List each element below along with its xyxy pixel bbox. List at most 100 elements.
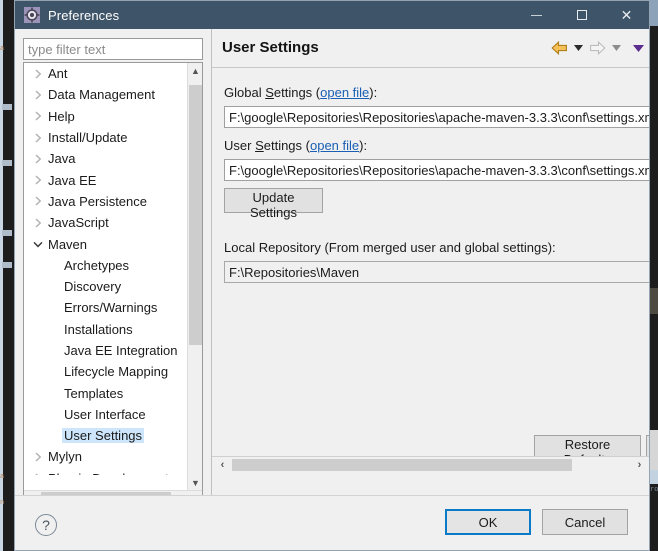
tree-scroll-thumb[interactable]	[189, 85, 202, 345]
sidebar-item-label: Mylyn	[48, 449, 82, 465]
sidebar-item-label: User Settings	[62, 428, 145, 444]
window-controls: ✕	[514, 1, 649, 29]
minimize-button[interactable]	[514, 1, 559, 29]
label-text: ):	[359, 138, 368, 153]
back-dropdown-button[interactable]	[571, 38, 585, 58]
sidebar-item-java-persistence[interactable]: Java Persistence	[24, 191, 188, 212]
forward-button[interactable]	[587, 38, 607, 58]
sidebar-item-label: Help	[48, 108, 75, 124]
dialog-footer: ? OK Cancel	[15, 495, 649, 550]
backdrop-fragment: a	[0, 45, 5, 53]
sidebar-item-label: Maven	[48, 236, 88, 252]
sidebar-item-label: Discovery	[64, 279, 122, 295]
sidebar-item-lifecycle-mapping[interactable]: Lifecycle Mapping	[24, 361, 188, 382]
panel-nav-tools	[547, 38, 645, 58]
close-button[interactable]: ✕	[604, 1, 649, 29]
sidebar-item-plug-in-development[interactable]: Plug-in Development	[24, 468, 188, 475]
sidebar-item-label: User Interface	[64, 406, 146, 422]
chevron-right-icon[interactable]	[30, 90, 46, 100]
label-text: ):	[369, 85, 378, 100]
sidebar-item-label: Plug-in Development	[46, 471, 171, 475]
dialog-body: Ant Data Management Help Install/Update Java…	[15, 29, 649, 506]
sidebar-item-java-ee-integration[interactable]: Java EE Integration	[24, 340, 188, 361]
ok-button[interactable]: OK	[445, 509, 531, 535]
update-settings-button[interactable]: Update Settings	[224, 188, 323, 220]
chevron-right-icon[interactable]	[30, 111, 46, 121]
dialog-titlebar[interactable]: Preferences ✕	[15, 1, 649, 29]
maximize-icon	[576, 10, 587, 20]
chevron-right-icon[interactable]	[30, 452, 46, 462]
chevron-down-icon	[573, 45, 583, 51]
local-repository-input[interactable]	[224, 261, 649, 283]
global-settings-input[interactable]	[224, 106, 649, 128]
sidebar-item-discovery[interactable]: Discovery	[24, 276, 188, 297]
panel-hscroll-thumb[interactable]	[232, 459, 572, 471]
panel-menu-button[interactable]	[631, 38, 645, 58]
scroll-up-icon[interactable]: ▲	[188, 63, 202, 79]
sidebar-item-mylyn[interactable]: Mylyn	[24, 446, 188, 467]
cancel-button[interactable]: Cancel	[542, 509, 628, 535]
back-button[interactable]	[549, 38, 569, 58]
sidebar-item-installations[interactable]: Installations	[24, 319, 188, 340]
maximize-button[interactable]	[559, 1, 604, 29]
sidebar-item-label: Templates	[64, 385, 124, 401]
sidebar-item-java[interactable]: Java	[24, 148, 188, 169]
sidebar-item-label: Data Management	[48, 87, 155, 103]
sidebar-item-templates[interactable]: Templates	[24, 382, 188, 403]
panel-header: User Settings	[212, 29, 649, 68]
sidebar-item-javascript[interactable]: JavaScript	[24, 212, 188, 233]
chevron-right-icon[interactable]	[30, 132, 46, 143]
search-input[interactable]	[23, 38, 203, 60]
backdrop-fragment: n	[0, 499, 5, 507]
backdrop-fragment	[2, 160, 12, 166]
chevron-right-icon[interactable]	[30, 218, 46, 228]
backdrop-fragment	[2, 230, 12, 236]
label-text: Restore	[564, 437, 611, 452]
sidebar-item-archetypes[interactable]: Archetypes	[24, 255, 188, 276]
user-settings-label: User Settings (open file):	[224, 138, 367, 153]
forward-dropdown-button[interactable]	[609, 38, 623, 58]
sidebar-item-errors-warnings[interactable]: Errors/Warnings	[24, 297, 188, 318]
scroll-down-icon[interactable]: ▼	[188, 475, 202, 491]
sidebar-item-user-settings[interactable]: User Settings	[24, 425, 188, 446]
backdrop-fragment: ro	[650, 486, 658, 494]
tree-list[interactable]: Ant Data Management Help Install/Update Java…	[24, 63, 188, 475]
backdrop-fragment	[2, 262, 12, 268]
preferences-dialog: Preferences ✕ Ant Data Management Help Inst…	[14, 0, 650, 551]
sidebar-item-data-management[interactable]: Data Management	[24, 84, 188, 105]
local-repository-label: Local Repository (From merged user and g…	[224, 240, 556, 255]
sidebar-item-label: Ant	[48, 66, 68, 82]
chevron-right-icon[interactable]	[30, 175, 46, 185]
preference-tree[interactable]: Ant Data Management Help Install/Update Java…	[23, 62, 203, 506]
chevron-right-icon[interactable]	[30, 69, 46, 79]
backdrop-fragment: a	[0, 473, 5, 481]
open-file-link-user[interactable]: open file	[310, 138, 359, 153]
chevron-right-icon[interactable]	[30, 154, 46, 164]
sidebar-item-user-interface[interactable]: User Interface	[24, 404, 188, 425]
label-text: ettings (	[273, 85, 321, 100]
sidebar-item-ant[interactable]: Ant	[24, 63, 188, 84]
sidebar-item-help[interactable]: Help	[24, 106, 188, 127]
sidebar-item-label: Archetypes	[64, 257, 130, 273]
sidebar-item-install-update[interactable]: Install/Update	[24, 127, 188, 148]
scroll-right-icon[interactable]: ›	[631, 457, 648, 473]
chevron-down-icon[interactable]	[30, 241, 46, 248]
backdrop-left-strip	[0, 0, 14, 551]
backdrop-right-mid	[650, 288, 658, 314]
back-arrow-icon	[550, 41, 567, 55]
tree-vertical-scrollbar[interactable]: ▲ ▼	[187, 63, 202, 491]
sidebar-item-maven[interactable]: Maven	[24, 233, 188, 254]
chevron-down-icon	[611, 45, 621, 51]
open-file-link-global[interactable]: open file	[320, 85, 369, 100]
sidebar-item-label: Installations	[64, 321, 133, 337]
sidebar-item-label: Java	[48, 151, 76, 167]
scroll-left-icon[interactable]: ‹	[214, 457, 231, 473]
sidebar-item-label: Java EE Integration	[64, 343, 178, 358]
panel-horizontal-scrollbar[interactable]: ‹ ›	[212, 456, 649, 473]
chevron-right-icon[interactable]	[30, 196, 46, 206]
sidebar-item-java-ee[interactable]: Java EE	[24, 169, 188, 190]
user-settings-input[interactable]	[224, 159, 649, 181]
chevron-right-icon[interactable]	[30, 473, 46, 475]
help-icon[interactable]: ?	[35, 514, 57, 536]
label-text: ettings (	[263, 138, 310, 153]
